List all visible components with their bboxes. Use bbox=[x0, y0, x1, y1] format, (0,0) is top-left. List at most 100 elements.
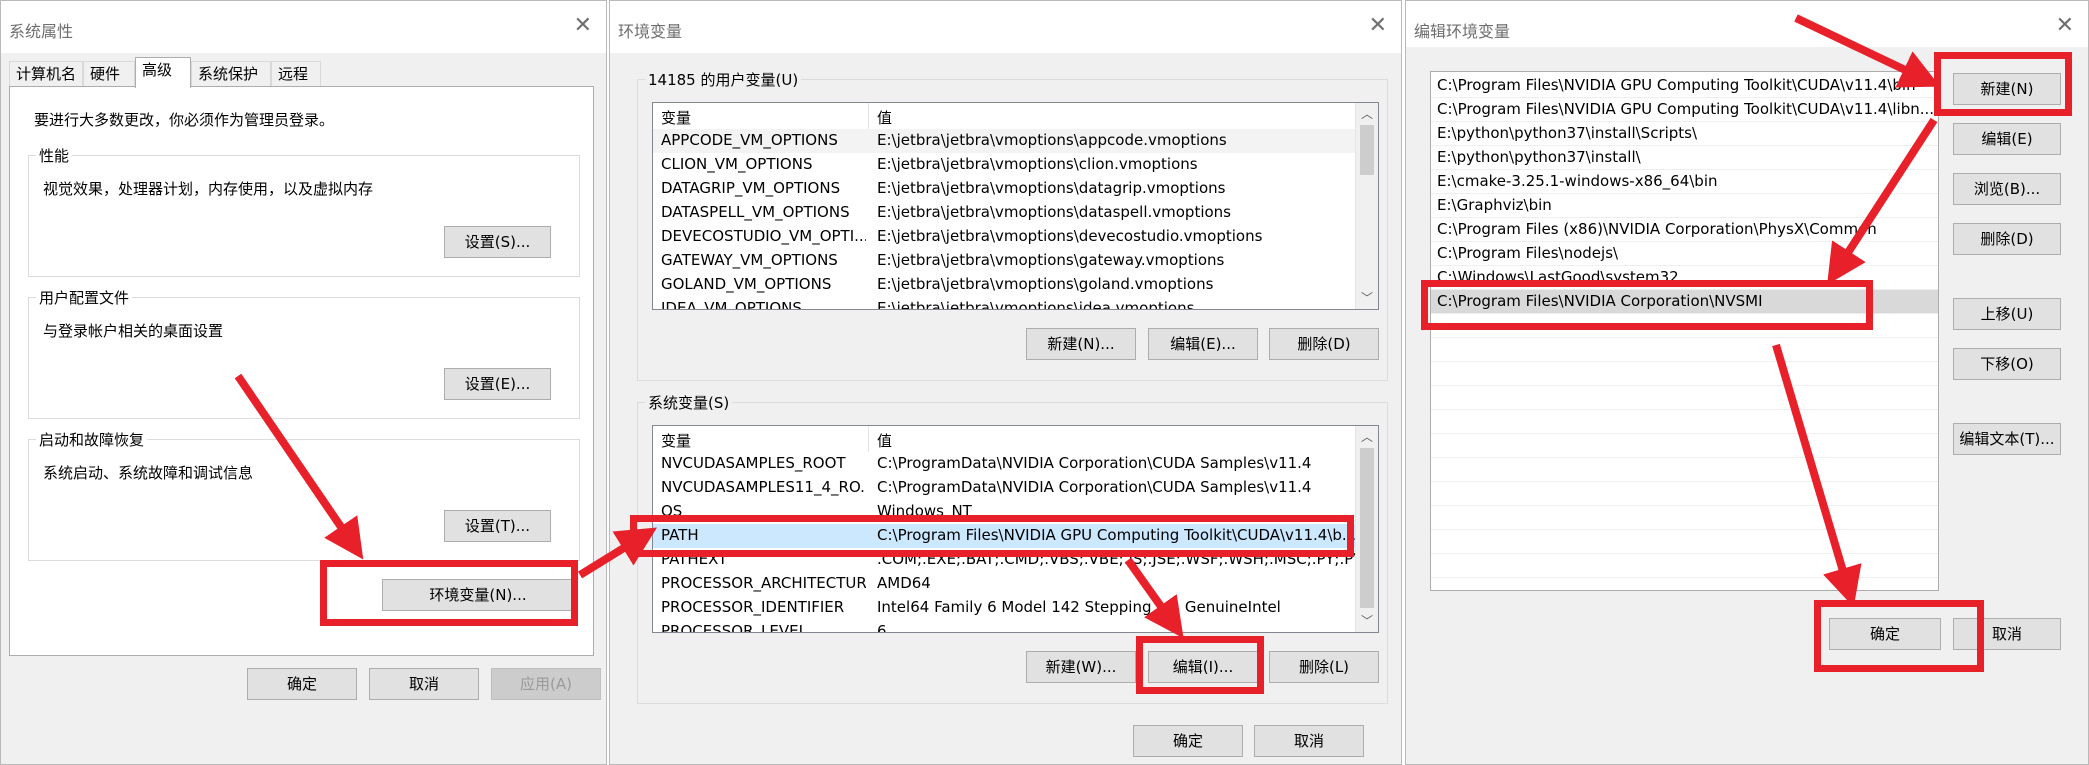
list-item[interactable]: C:\Program Files (x86)\NVIDIA Corporatio… bbox=[1431, 218, 1938, 242]
table-row[interactable]: IDEA_VM_OPTIONS E:\jetbra\jetbra\vmoptio… bbox=[653, 297, 1356, 309]
list-item-empty[interactable] bbox=[1431, 506, 1938, 530]
table-row[interactable]: NVCUDASAMPLES11_4_RO... C:\ProgramData\N… bbox=[653, 476, 1356, 500]
column-header-value[interactable]: 值 bbox=[877, 107, 892, 128]
edit-text-button[interactable]: 编辑文本(T)... bbox=[1953, 423, 2061, 455]
tab-advanced[interactable]: 高级 bbox=[135, 57, 191, 88]
system-edit-button[interactable]: 编辑(I)... bbox=[1148, 651, 1258, 683]
list-item[interactable]: E:\cmake-3.25.1-windows-x86_64\bin bbox=[1431, 170, 1938, 194]
user-profiles-desc: 与登录帐户相关的桌面设置 bbox=[43, 322, 224, 340]
scroll-down-icon[interactable]: ﹀ bbox=[1356, 289, 1378, 307]
user-profiles-settings-button[interactable]: 设置(E)... bbox=[444, 368, 551, 400]
scroll-thumb[interactable] bbox=[1360, 125, 1374, 175]
table-row[interactable]: NVCUDASAMPLES_ROOT C:\ProgramData\NVIDIA… bbox=[653, 452, 1356, 476]
table-row[interactable]: APPCODE_VM_OPTIONS E:\jetbra\jetbra\vmop… bbox=[653, 129, 1356, 153]
list-item-empty[interactable] bbox=[1431, 338, 1938, 362]
table-row[interactable]: PROCESSOR_ARCHITECTURE AMD64 bbox=[653, 572, 1356, 596]
table-row[interactable]: DEVECOSTUDIO_VM_OPTI... E:\jetbra\jetbra… bbox=[653, 225, 1356, 249]
column-header-value[interactable]: 值 bbox=[877, 430, 892, 451]
list-item-empty[interactable] bbox=[1431, 386, 1938, 410]
variable-value: E:\jetbra\jetbra\vmoptions\dataspell.vmo… bbox=[877, 203, 1231, 221]
variable-value: C:\ProgramData\NVIDIA Corporation\CUDA S… bbox=[877, 478, 1312, 496]
browse-button[interactable]: 浏览(B)... bbox=[1953, 173, 2061, 205]
column-header-variable[interactable]: 变量 bbox=[661, 430, 691, 451]
variable-value: Windows_NT bbox=[877, 502, 972, 520]
table-row[interactable]: PROCESSOR_LEVEL 6 bbox=[653, 620, 1356, 632]
tab-remote[interactable]: 远程 bbox=[271, 61, 321, 87]
list-item-new-path-selected[interactable]: C:\Program Files\NVIDIA Corporation\NVSM… bbox=[1431, 290, 1938, 314]
list-item-empty[interactable] bbox=[1431, 362, 1938, 386]
user-delete-button[interactable]: 删除(D) bbox=[1269, 328, 1379, 360]
list-item-empty[interactable] bbox=[1431, 458, 1938, 482]
move-down-button[interactable]: 下移(O) bbox=[1953, 348, 2061, 380]
close-icon[interactable]: ✕ bbox=[2056, 13, 2074, 39]
list-item[interactable]: C:\Program Files\NVIDIA GPU Computing To… bbox=[1431, 74, 1938, 98]
list-item[interactable]: E:\Graphviz\bin bbox=[1431, 194, 1938, 218]
system-new-button[interactable]: 新建(W)... bbox=[1026, 651, 1136, 683]
delete-button[interactable]: 删除(D) bbox=[1953, 223, 2061, 255]
system-variables-list[interactable]: 变量 值 NVCUDASAMPLES_ROOT C:\ProgramData\N… bbox=[652, 425, 1379, 633]
table-row[interactable]: GOLAND_VM_OPTIONS E:\jetbra\jetbra\vmopt… bbox=[653, 273, 1356, 297]
close-icon[interactable]: ✕ bbox=[574, 13, 592, 39]
variable-value: C:\Program Files\NVIDIA GPU Computing To… bbox=[877, 526, 1357, 544]
tab-system-protection[interactable]: 系统保护 bbox=[191, 61, 271, 87]
list-item-empty[interactable] bbox=[1431, 530, 1938, 554]
user-new-button[interactable]: 新建(N)... bbox=[1026, 328, 1136, 360]
startup-recovery-desc: 系统启动、系统故障和调试信息 bbox=[43, 464, 254, 482]
scroll-up-icon[interactable]: ︿ bbox=[1356, 105, 1378, 123]
new-button[interactable]: 新建(N) bbox=[1953, 73, 2061, 105]
system-delete-button[interactable]: 删除(L) bbox=[1269, 651, 1379, 683]
vertical-scrollbar[interactable]: ︿ ﹀ bbox=[1355, 103, 1378, 309]
move-up-button[interactable]: 上移(U) bbox=[1953, 298, 2061, 330]
table-row[interactable]: OS Windows_NT bbox=[653, 500, 1356, 524]
window-title: 环境变量 bbox=[618, 22, 683, 41]
tab-hardware[interactable]: 硬件 bbox=[83, 61, 135, 87]
user-edit-button[interactable]: 编辑(E)... bbox=[1148, 328, 1258, 360]
list-item[interactable]: C:\Program Files\nodejs\ bbox=[1431, 242, 1938, 266]
path-list[interactable]: C:\Program Files\NVIDIA GPU Computing To… bbox=[1430, 71, 1939, 591]
ok-button[interactable]: 确定 bbox=[247, 668, 357, 700]
environment-variables-button[interactable]: 环境变量(N)... bbox=[382, 579, 574, 611]
close-icon[interactable]: ✕ bbox=[1369, 13, 1387, 39]
tab-computer-name[interactable]: 计算机名 bbox=[9, 61, 83, 87]
apply-button[interactable]: 应用(A) bbox=[491, 668, 601, 700]
column-separator[interactable] bbox=[868, 426, 869, 452]
cancel-button[interactable]: 取消 bbox=[1953, 618, 2061, 650]
title-bar: 环境变量 ✕ bbox=[610, 1, 1401, 53]
column-header-variable[interactable]: 变量 bbox=[661, 107, 691, 128]
list-item-empty[interactable] bbox=[1431, 554, 1938, 578]
list-item-empty[interactable] bbox=[1431, 482, 1938, 506]
list-item[interactable]: C:\Windows\LastGood\system32 bbox=[1431, 266, 1938, 290]
performance-settings-button[interactable]: 设置(S)... bbox=[444, 226, 551, 258]
list-item-empty[interactable] bbox=[1431, 314, 1938, 338]
list-item-empty[interactable] bbox=[1431, 434, 1938, 458]
column-separator[interactable] bbox=[868, 103, 869, 129]
cancel-button[interactable]: 取消 bbox=[1254, 725, 1364, 757]
table-row[interactable]: CLION_VM_OPTIONS E:\jetbra\jetbra\vmopti… bbox=[653, 153, 1356, 177]
scroll-up-icon[interactable]: ︿ bbox=[1356, 428, 1378, 446]
table-row[interactable]: DATAGRIP_VM_OPTIONS E:\jetbra\jetbra\vmo… bbox=[653, 177, 1356, 201]
cancel-button[interactable]: 取消 bbox=[369, 668, 479, 700]
list-item[interactable]: E:\python\python37\install\Scripts\ bbox=[1431, 122, 1938, 146]
variable-value: E:\jetbra\jetbra\vmoptions\goland.vmopti… bbox=[877, 275, 1214, 293]
startup-recovery-settings-button[interactable]: 设置(T)... bbox=[444, 510, 551, 542]
vertical-scrollbar[interactable]: ︿ ﹀ bbox=[1355, 426, 1378, 632]
user-variables-list[interactable]: 变量 值 APPCODE_VM_OPTIONS E:\jetbra\jetbra… bbox=[652, 102, 1379, 310]
ok-button[interactable]: 确定 bbox=[1133, 725, 1243, 757]
path-text: C:\Program Files\nodejs\ bbox=[1437, 244, 1619, 262]
scroll-down-icon[interactable]: ﹀ bbox=[1356, 612, 1378, 630]
path-text: E:\Graphviz\bin bbox=[1437, 196, 1552, 214]
table-row[interactable]: DATASPELL_VM_OPTIONS E:\jetbra\jetbra\vm… bbox=[653, 201, 1356, 225]
scroll-thumb[interactable] bbox=[1360, 448, 1374, 608]
ok-button[interactable]: 确定 bbox=[1829, 618, 1941, 650]
table-row[interactable]: PATHEXT .COM;.EXE;.BAT;.CMD;.VBS;.VBE;.J… bbox=[653, 548, 1357, 572]
list-item[interactable]: E:\python\python37\install\ bbox=[1431, 146, 1938, 170]
table-row[interactable]: GATEWAY_VM_OPTIONS E:\jetbra\jetbra\vmop… bbox=[653, 249, 1356, 273]
list-item[interactable]: C:\Program Files\NVIDIA GPU Computing To… bbox=[1431, 98, 1938, 122]
edit-button[interactable]: 编辑(E) bbox=[1953, 123, 2061, 155]
list-item-empty[interactable] bbox=[1431, 410, 1938, 434]
table-row[interactable]: PROCESSOR_IDENTIFIER Intel64 Family 6 Mo… bbox=[653, 596, 1356, 620]
variable-value: AMD64 bbox=[877, 574, 931, 592]
table-row-path-selected[interactable]: PATH C:\Program Files\NVIDIA GPU Computi… bbox=[653, 524, 1356, 548]
variable-name: PROCESSOR_IDENTIFIER bbox=[661, 598, 845, 616]
startup-recovery-label: 启动和故障恢复 bbox=[36, 429, 148, 450]
